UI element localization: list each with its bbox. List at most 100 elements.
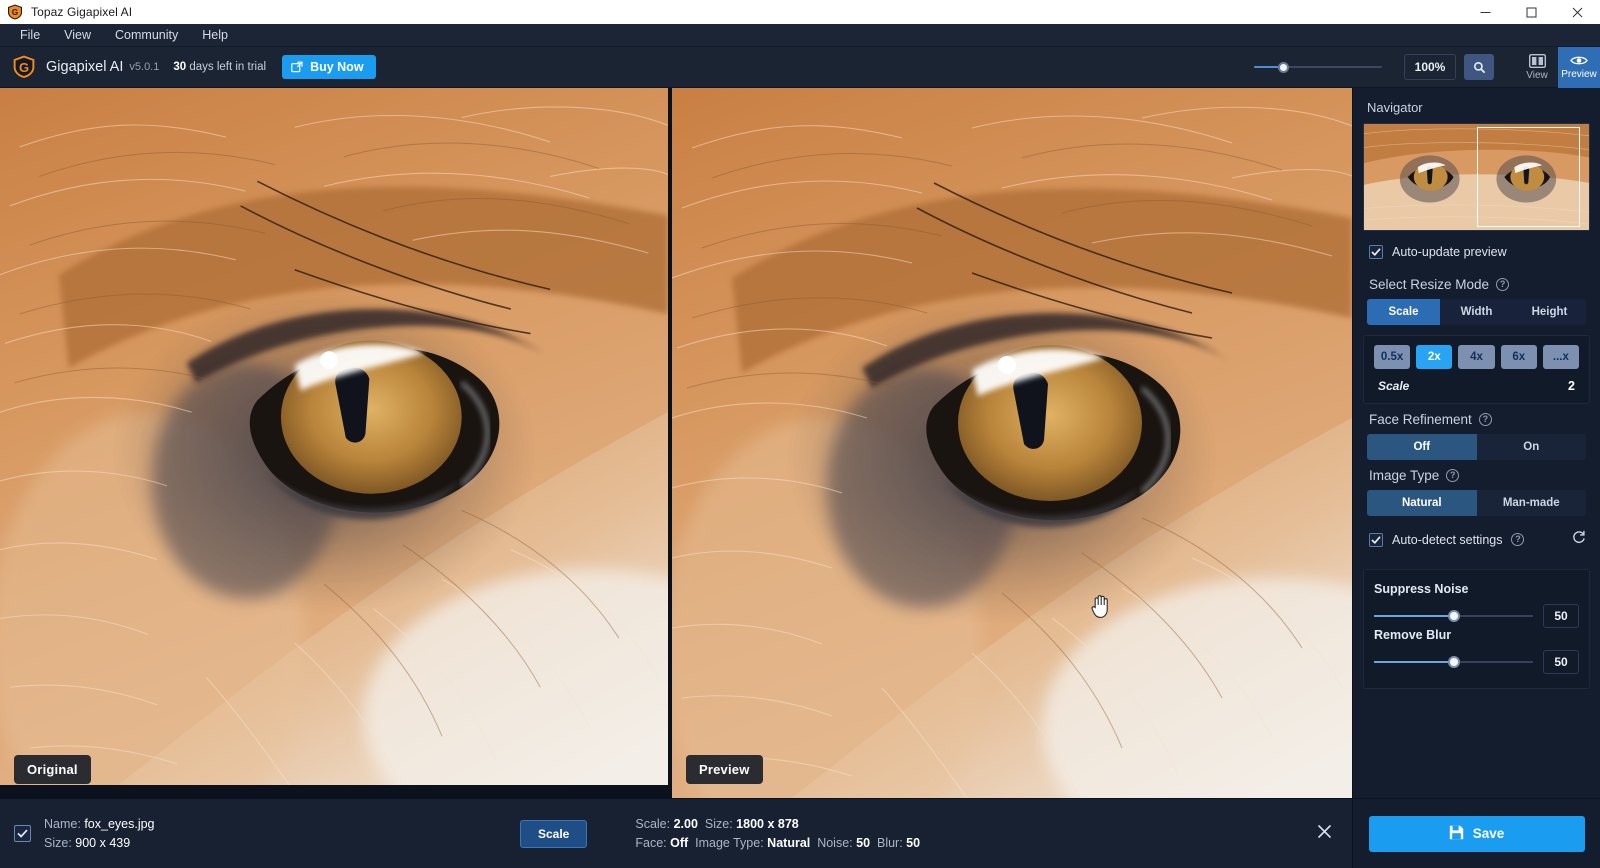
view-mode-button[interactable]: View: [1516, 47, 1558, 88]
output-meta-line-2: Face: Off Image Type: Natural Noise: 50 …: [635, 836, 920, 850]
remove-file-icon[interactable]: [1317, 824, 1332, 844]
image-type-title: Image Type: [1369, 468, 1439, 483]
zoom-slider[interactable]: [1254, 47, 1382, 88]
help-icon[interactable]: ?: [1479, 413, 1492, 426]
file-name-key: Name:: [44, 817, 81, 831]
out-face-value: Off: [670, 836, 688, 850]
toolbar-right-group: 100% View: [1254, 47, 1600, 88]
auto-update-preview-label: Auto-update preview: [1392, 245, 1507, 259]
menu-community[interactable]: Community: [103, 25, 190, 45]
eye-icon: [1570, 54, 1588, 67]
menu-bar: File View Community Help: [0, 24, 1600, 47]
out-blur-value: 50: [906, 836, 920, 850]
remove-blur-group: Remove Blur 50: [1374, 628, 1579, 674]
buy-now-button[interactable]: Buy Now: [282, 55, 375, 79]
settings-panel: Navigator: [1352, 88, 1600, 798]
image-type-man-made[interactable]: Man-made: [1477, 490, 1587, 516]
help-icon[interactable]: ?: [1496, 278, 1509, 291]
view-mode-group: View Preview: [1516, 47, 1600, 88]
original-pane[interactable]: Original: [0, 88, 672, 798]
view-mode-label: View: [1526, 70, 1548, 81]
file-entry: Name: fox_eyes.jpg Size: 900 x 439: [0, 799, 520, 868]
buy-now-label: Buy Now: [310, 60, 363, 74]
file-select-checkbox[interactable]: [14, 825, 31, 842]
app-toolbar: G Gigapixel AI v5.0.1 30 days left in tr…: [0, 47, 1600, 88]
scale-preset-4x[interactable]: 4x: [1458, 345, 1494, 369]
preview-mode-button[interactable]: Preview: [1558, 47, 1600, 88]
file-size-key: Size:: [44, 836, 72, 850]
auto-update-preview-checkbox[interactable]: [1369, 245, 1383, 259]
scale-preset-0.5x[interactable]: 0.5x: [1374, 345, 1410, 369]
slider-handle[interactable]: [1448, 610, 1460, 622]
help-icon[interactable]: ?: [1511, 533, 1524, 546]
out-scale-key: Scale:: [635, 817, 670, 831]
scale-value-key: Scale: [1378, 379, 1409, 393]
help-icon[interactable]: ?: [1446, 469, 1459, 482]
resize-mode-width[interactable]: Width: [1440, 299, 1513, 325]
preview-pane[interactable]: Preview: [672, 88, 1352, 798]
resize-mode-segmented: Scale Width Height: [1367, 299, 1586, 325]
face-refinement-off[interactable]: Off: [1367, 434, 1477, 460]
close-button[interactable]: [1554, 0, 1600, 24]
suppress-noise-label: Suppress Noise: [1374, 582, 1579, 596]
maximize-button[interactable]: [1508, 0, 1554, 24]
scale-preset-custom[interactable]: ...x: [1543, 345, 1579, 369]
svg-text:G: G: [12, 8, 18, 17]
scale-preset-2x[interactable]: 2x: [1416, 345, 1452, 369]
image-type-header: Image Type ?: [1353, 460, 1600, 490]
preview-image: [672, 88, 1352, 798]
slider-handle[interactable]: [1448, 656, 1460, 668]
magnifier-icon[interactable]: [1464, 54, 1494, 80]
scale-presets-row: 0.5x 2x 4x 6x ...x: [1370, 345, 1583, 369]
zoom-percent-field[interactable]: 100%: [1404, 54, 1456, 80]
zoom-slider-handle[interactable]: [1278, 62, 1289, 73]
menu-help[interactable]: Help: [190, 25, 240, 45]
remove-blur-value[interactable]: 50: [1543, 650, 1579, 674]
auto-detect-settings-row[interactable]: Auto-detect settings ?: [1353, 516, 1600, 559]
title-bar: G Topaz Gigapixel AI: [0, 0, 1600, 24]
file-size-value: 900 x 439: [75, 836, 130, 850]
original-image: [0, 88, 668, 785]
save-button[interactable]: Save: [1369, 816, 1585, 852]
resize-mode-scale[interactable]: Scale: [1367, 299, 1440, 325]
resize-mode-height[interactable]: Height: [1513, 299, 1586, 325]
resize-mode-title: Select Resize Mode: [1369, 277, 1489, 292]
out-noise-key: Noise:: [817, 836, 852, 850]
file-info: Name: fox_eyes.jpg Size: 900 x 439: [44, 817, 155, 850]
auto-update-preview-row[interactable]: Auto-update preview: [1353, 231, 1600, 269]
minimize-button[interactable]: [1462, 0, 1508, 24]
scale-chip-button[interactable]: Scale: [520, 820, 587, 848]
image-canvas[interactable]: Original Preview: [0, 88, 1352, 798]
out-blur-key: Blur:: [877, 836, 903, 850]
split-view-icon: [1529, 54, 1546, 68]
navigator-viewport-rect[interactable]: [1477, 127, 1581, 227]
menu-view[interactable]: View: [52, 25, 103, 45]
resize-mode-header: Select Resize Mode ?: [1353, 269, 1600, 299]
face-refinement-on[interactable]: On: [1477, 434, 1587, 460]
save-label: Save: [1473, 826, 1505, 841]
enhancement-sliders: Suppress Noise 50 Remove Blur: [1363, 569, 1590, 689]
external-link-icon: [291, 61, 303, 73]
out-face-key: Face:: [635, 836, 666, 850]
preview-label: Preview: [686, 755, 763, 784]
auto-detect-settings-checkbox[interactable]: [1369, 533, 1383, 547]
scale-presets-box: 0.5x 2x 4x 6x ...x Scale 2: [1363, 335, 1590, 404]
scale-preset-6x[interactable]: 6x: [1501, 345, 1537, 369]
trial-days: 30: [173, 61, 186, 73]
remove-blur-slider[interactable]: [1374, 655, 1533, 669]
output-meta-line-1: Scale: 2.00 Size: 1800 x 878: [635, 817, 920, 831]
suppress-noise-value[interactable]: 50: [1543, 604, 1579, 628]
out-scale-value: 2.00: [674, 817, 698, 831]
suppress-noise-slider[interactable]: [1374, 609, 1533, 623]
suppress-noise-group: Suppress Noise 50: [1374, 582, 1579, 628]
navigator-thumbnail[interactable]: [1363, 123, 1590, 231]
app-window: G Topaz Gigapixel AI File View Community…: [0, 0, 1600, 868]
refresh-icon[interactable]: [1572, 530, 1586, 549]
slider-fill: [1374, 661, 1454, 663]
scale-value-row: Scale 2: [1370, 369, 1583, 395]
image-type-natural[interactable]: Natural: [1367, 490, 1477, 516]
save-area: Save: [1352, 799, 1600, 868]
main-area: Original Preview Navigator: [0, 88, 1600, 798]
brand-area: G Gigapixel AI v5.0.1 30 days left in tr…: [0, 54, 376, 80]
menu-file[interactable]: File: [8, 25, 52, 45]
